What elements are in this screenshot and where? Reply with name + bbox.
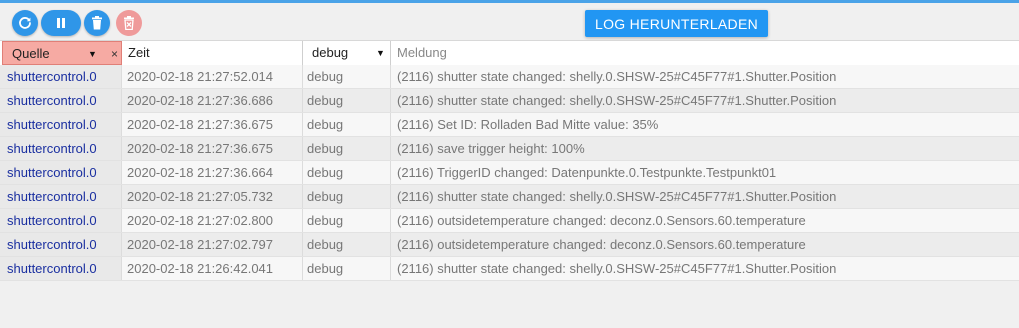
table-row: shuttercontrol.0 2020-02-18 21:27:02.800 d… [0, 209, 1019, 233]
row-time: 2020-02-18 21:27:36.675 [122, 137, 303, 160]
row-source: shuttercontrol.0 [0, 113, 122, 136]
pause-icon [57, 18, 65, 28]
time-column-header: Zeit [122, 41, 303, 65]
row-source: shuttercontrol.0 [0, 209, 122, 232]
table-row: shuttercontrol.0 2020-02-18 21:27:36.675 d… [0, 137, 1019, 161]
log-table-body: shuttercontrol.0 2020-02-18 21:27:52.014 d… [0, 65, 1019, 281]
row-time: 2020-02-18 21:27:02.797 [122, 233, 303, 256]
row-message: (2116) shutter state changed: shelly.0.S… [397, 189, 837, 204]
log-table-header: Quelle ▼ × Zeit debug ▼ Meldung [0, 40, 1019, 66]
row-time: 2020-02-18 21:27:36.675 [122, 113, 303, 136]
row-message: (2116) Set ID: Rolladen Bad Mitte value:… [397, 117, 659, 132]
source-filter-label: Quelle [12, 46, 50, 61]
message-filter-input[interactable]: Meldung [391, 41, 1019, 65]
row-message: (2116) shutter state changed: shelly.0.S… [397, 69, 837, 84]
refresh-icon [19, 17, 31, 29]
severity-filter-select[interactable]: debug ▼ [303, 41, 391, 65]
pause-button[interactable] [41, 10, 81, 36]
row-message: (2116) outsidetemperature changed: decon… [397, 237, 806, 252]
row-message: (2116) outsidetemperature changed: decon… [397, 213, 806, 228]
table-row: shuttercontrol.0 2020-02-18 21:26:42.041 d… [0, 257, 1019, 281]
row-source: shuttercontrol.0 [0, 161, 122, 184]
row-time: 2020-02-18 21:27:52.014 [122, 65, 303, 88]
download-log-button[interactable]: LOG HERUNTERLADEN [585, 10, 768, 37]
row-time: 2020-02-18 21:27:05.732 [122, 185, 303, 208]
caret-down-icon: ▼ [88, 49, 97, 59]
row-message: (2116) TriggerID changed: Datenpunkte.0.… [397, 165, 777, 180]
row-source: shuttercontrol.0 [0, 137, 122, 160]
row-severity: debug [303, 113, 391, 136]
row-message: (2116) shutter state changed: shelly.0.S… [397, 93, 837, 108]
row-time: 2020-02-18 21:27:02.800 [122, 209, 303, 232]
close-icon[interactable]: × [111, 42, 118, 66]
refresh-button[interactable] [12, 10, 38, 36]
row-time: 2020-02-18 21:26:42.041 [122, 257, 303, 280]
row-message: (2116) save trigger height: 100% [397, 141, 585, 156]
row-severity: debug [303, 185, 391, 208]
table-row: shuttercontrol.0 2020-02-18 21:27:02.797 d… [0, 233, 1019, 257]
log-toolbar: LOG HERUNTERLADEN [0, 3, 1019, 39]
table-row: shuttercontrol.0 2020-02-18 21:27:05.732 d… [0, 185, 1019, 209]
row-source: shuttercontrol.0 [0, 89, 122, 112]
row-time: 2020-02-18 21:27:36.664 [122, 161, 303, 184]
table-row: shuttercontrol.0 2020-02-18 21:27:36.686 d… [0, 89, 1019, 113]
row-severity: debug [303, 233, 391, 256]
delete-log-button[interactable] [84, 10, 110, 36]
row-severity: debug [303, 161, 391, 184]
row-severity: debug [303, 137, 391, 160]
message-filter-placeholder: Meldung [397, 45, 447, 60]
row-source: shuttercontrol.0 [0, 65, 122, 88]
table-row: shuttercontrol.0 2020-02-18 21:27:52.014 d… [0, 65, 1019, 89]
row-source: shuttercontrol.0 [0, 233, 122, 256]
row-severity: debug [303, 65, 391, 88]
table-row: shuttercontrol.0 2020-02-18 21:27:36.675 d… [0, 113, 1019, 137]
source-filter-select[interactable]: Quelle ▼ × [2, 41, 122, 65]
row-source: shuttercontrol.0 [0, 185, 122, 208]
table-row: shuttercontrol.0 2020-02-18 21:27:36.664 d… [0, 161, 1019, 185]
severity-filter-label: debug [312, 45, 349, 60]
clear-log-button[interactable] [116, 10, 142, 36]
row-severity: debug [303, 89, 391, 112]
row-severity: debug [303, 209, 391, 232]
trash-icon [92, 16, 102, 30]
caret-down-icon: ▼ [376, 48, 385, 58]
row-source: shuttercontrol.0 [0, 257, 122, 280]
row-message: (2116) shutter state changed: shelly.0.S… [397, 261, 837, 276]
row-time: 2020-02-18 21:27:36.686 [122, 89, 303, 112]
time-column-label: Zeit [128, 45, 150, 60]
row-severity: debug [303, 257, 391, 280]
trash-x-icon [124, 16, 134, 30]
